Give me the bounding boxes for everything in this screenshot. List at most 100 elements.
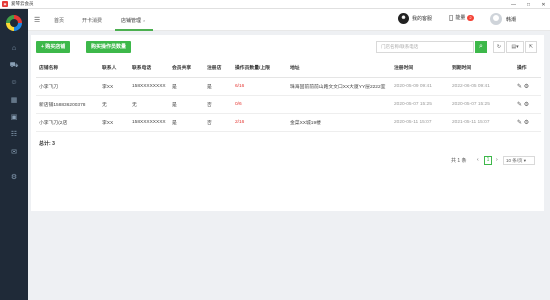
- avatar: [490, 13, 502, 25]
- operator-limit: /16: [237, 119, 245, 125]
- close-button[interactable]: ✕: [540, 2, 547, 8]
- table-row[interactable]: 小李飞刀(2店 李XX 158XXXXXXXX 是 否 2/16 金菜XX城19…: [36, 113, 541, 132]
- edit-icon[interactable]: ✎: [517, 120, 522, 126]
- expire-time: 2020-05-07 15:25: [449, 95, 514, 114]
- delete-icon[interactable]: ⚙: [524, 84, 529, 90]
- store-name: 小李飞刀(2店: [36, 113, 99, 132]
- prev-page-icon[interactable]: ‹: [477, 157, 479, 163]
- username: 韩潮: [506, 16, 517, 23]
- top-navigation: ☰ 首页 开卡消费 店铺管理 × ☻ 我的客服 ▯ 能量 2 韩潮: [28, 9, 550, 31]
- settings-icon[interactable]: ⚙: [9, 173, 19, 183]
- operator-count: 6/16: [232, 77, 287, 96]
- minimize-button[interactable]: —: [510, 2, 517, 8]
- notice-icon: ▯: [449, 13, 454, 22]
- store-name: 新店铺158836200378: [36, 95, 99, 114]
- operator-count: 0/6: [232, 95, 287, 114]
- export-icon[interactable]: ⇱: [525, 41, 537, 53]
- registered-store: 是: [204, 77, 232, 96]
- phone: 无: [129, 95, 169, 114]
- register-time: 2020-05-11 15:07: [391, 113, 449, 132]
- member-share: 是: [169, 77, 204, 96]
- column-header[interactable]: 联系电话: [129, 59, 169, 78]
- customer-service[interactable]: ☻ 我的客服: [398, 13, 432, 24]
- refresh-icon[interactable]: ↻: [493, 41, 505, 53]
- main-content: + 购买店铺 购买操作员数量 门店名称/联系电话 ⌕ ↻ ▤▾ ⇱ 店铺名称 联…: [28, 31, 550, 300]
- window-controls: — □ ✕: [510, 0, 547, 9]
- sidebar: ⌂ ⛟ ☺ ▦ ▣ ☷ ✉ ⚙: [0, 9, 28, 300]
- next-page-icon[interactable]: ›: [496, 157, 498, 163]
- contact: 无: [99, 95, 129, 114]
- registered-store: 否: [204, 113, 232, 132]
- customer-service-icon: ☻: [398, 13, 409, 24]
- contact: 李XX: [99, 77, 129, 96]
- people-icon[interactable]: ☺: [9, 78, 19, 88]
- edit-icon[interactable]: ✎: [517, 84, 522, 90]
- home-icon[interactable]: ⌂: [9, 44, 19, 54]
- address: 金菜XX城19楼: [287, 113, 391, 132]
- mail-icon[interactable]: ✉: [9, 148, 19, 158]
- total-label: 总计:: [39, 141, 51, 147]
- brand-logo: [6, 15, 22, 31]
- grid-icon[interactable]: ▦: [9, 96, 19, 106]
- user-profile[interactable]: 韩潮: [490, 13, 516, 25]
- column-view-icon[interactable]: ▤▾: [506, 41, 524, 53]
- column-header[interactable]: 操作员数量/上限: [232, 59, 287, 78]
- column-header[interactable]: 店铺名称: [36, 59, 99, 78]
- pager-total: 共 1 条: [451, 158, 467, 164]
- total-value: 3: [52, 141, 55, 147]
- gift-icon[interactable]: ▣: [9, 113, 19, 123]
- table-row[interactable]: 小李飞刀 李XX 158XXXXXXXX 是 是 6/16 珠海固前前前山路文文…: [36, 77, 541, 96]
- phone: 158XXXXXXXX: [129, 77, 169, 96]
- operator-limit: /6: [237, 101, 242, 107]
- tab-card-consume[interactable]: 开卡消费: [82, 17, 102, 24]
- delete-icon[interactable]: ⚙: [524, 102, 529, 108]
- delete-icon[interactable]: ⚙: [524, 120, 529, 126]
- row-actions: ✎ ⚙: [514, 77, 541, 96]
- tab-home[interactable]: 首页: [54, 17, 64, 24]
- column-header[interactable]: 注册时间: [391, 59, 449, 78]
- notice-badge: 2: [467, 14, 474, 21]
- page-size-select[interactable]: 10 条/页 ▾: [503, 156, 535, 165]
- column-header[interactable]: 操作: [514, 59, 541, 78]
- column-header[interactable]: 联系人: [99, 59, 129, 78]
- add-store-button[interactable]: + 购买店铺: [36, 41, 71, 53]
- buy-operator-quota-button[interactable]: 购买操作员数量: [86, 41, 132, 53]
- tab-label: 店铺管理: [121, 18, 142, 24]
- table-row[interactable]: 新店铺158836200378 无 无 是 否 0/6 2020-05-07 1…: [36, 95, 541, 114]
- maximize-button[interactable]: □: [525, 2, 532, 8]
- expire-time: 2021-05-11 15:07: [449, 113, 514, 132]
- member-share: 是: [169, 95, 204, 114]
- notice-label: 能量: [455, 15, 466, 21]
- customer-service-label: 我的客服: [412, 16, 433, 22]
- register-time: 2020-05-07 15:25: [391, 95, 449, 114]
- table-header-row: 店铺名称 联系人 联系电话 会员共享 注册店 操作员数量/上限 地址 注册时间 …: [36, 59, 541, 78]
- row-actions: ✎ ⚙: [514, 113, 541, 132]
- page-number-button[interactable]: 1: [484, 156, 492, 165]
- column-header[interactable]: 注册店: [204, 59, 232, 78]
- tab-store-management[interactable]: 店铺管理 ×: [121, 17, 145, 24]
- cart-icon[interactable]: ⛟: [9, 61, 19, 71]
- address: 珠海固前前前山路文文口XX大厦YY层2222室: [287, 77, 391, 96]
- tab-close-icon[interactable]: ×: [143, 18, 145, 23]
- operator-count: 2/16: [232, 113, 287, 132]
- register-time: 2020-05-09 09:41: [391, 77, 449, 96]
- member-share: 是: [169, 113, 204, 132]
- contact: 李XX: [99, 113, 129, 132]
- menu-toggle-icon[interactable]: ☰: [34, 16, 40, 24]
- operator-limit: /16: [237, 83, 245, 89]
- user-card-icon[interactable]: ☷: [9, 130, 19, 140]
- edit-icon[interactable]: ✎: [517, 102, 522, 108]
- row-actions: ✎ ⚙: [514, 95, 541, 114]
- store-name: 小李飞刀: [36, 77, 99, 96]
- store-list-card: + 购买店铺 购买操作员数量 门店名称/联系电话 ⌕ ↻ ▤▾ ⇱ 店铺名称 联…: [31, 35, 544, 211]
- column-header[interactable]: 会员共享: [169, 59, 204, 78]
- column-header[interactable]: 地址: [287, 59, 391, 78]
- window-titlebar: ▣ 爱琴云会员 — □ ✕: [0, 0, 550, 9]
- column-header[interactable]: 到期时间: [449, 59, 514, 78]
- address: [287, 95, 391, 114]
- search-icon[interactable]: ⌕: [475, 41, 487, 53]
- total-count: 总计: 3: [39, 140, 55, 147]
- notice-area[interactable]: ▯ 能量 2: [449, 13, 474, 22]
- expire-time: 2022-06-05 09:41: [449, 77, 514, 96]
- search-input[interactable]: 门店名称/联系电话: [376, 41, 474, 53]
